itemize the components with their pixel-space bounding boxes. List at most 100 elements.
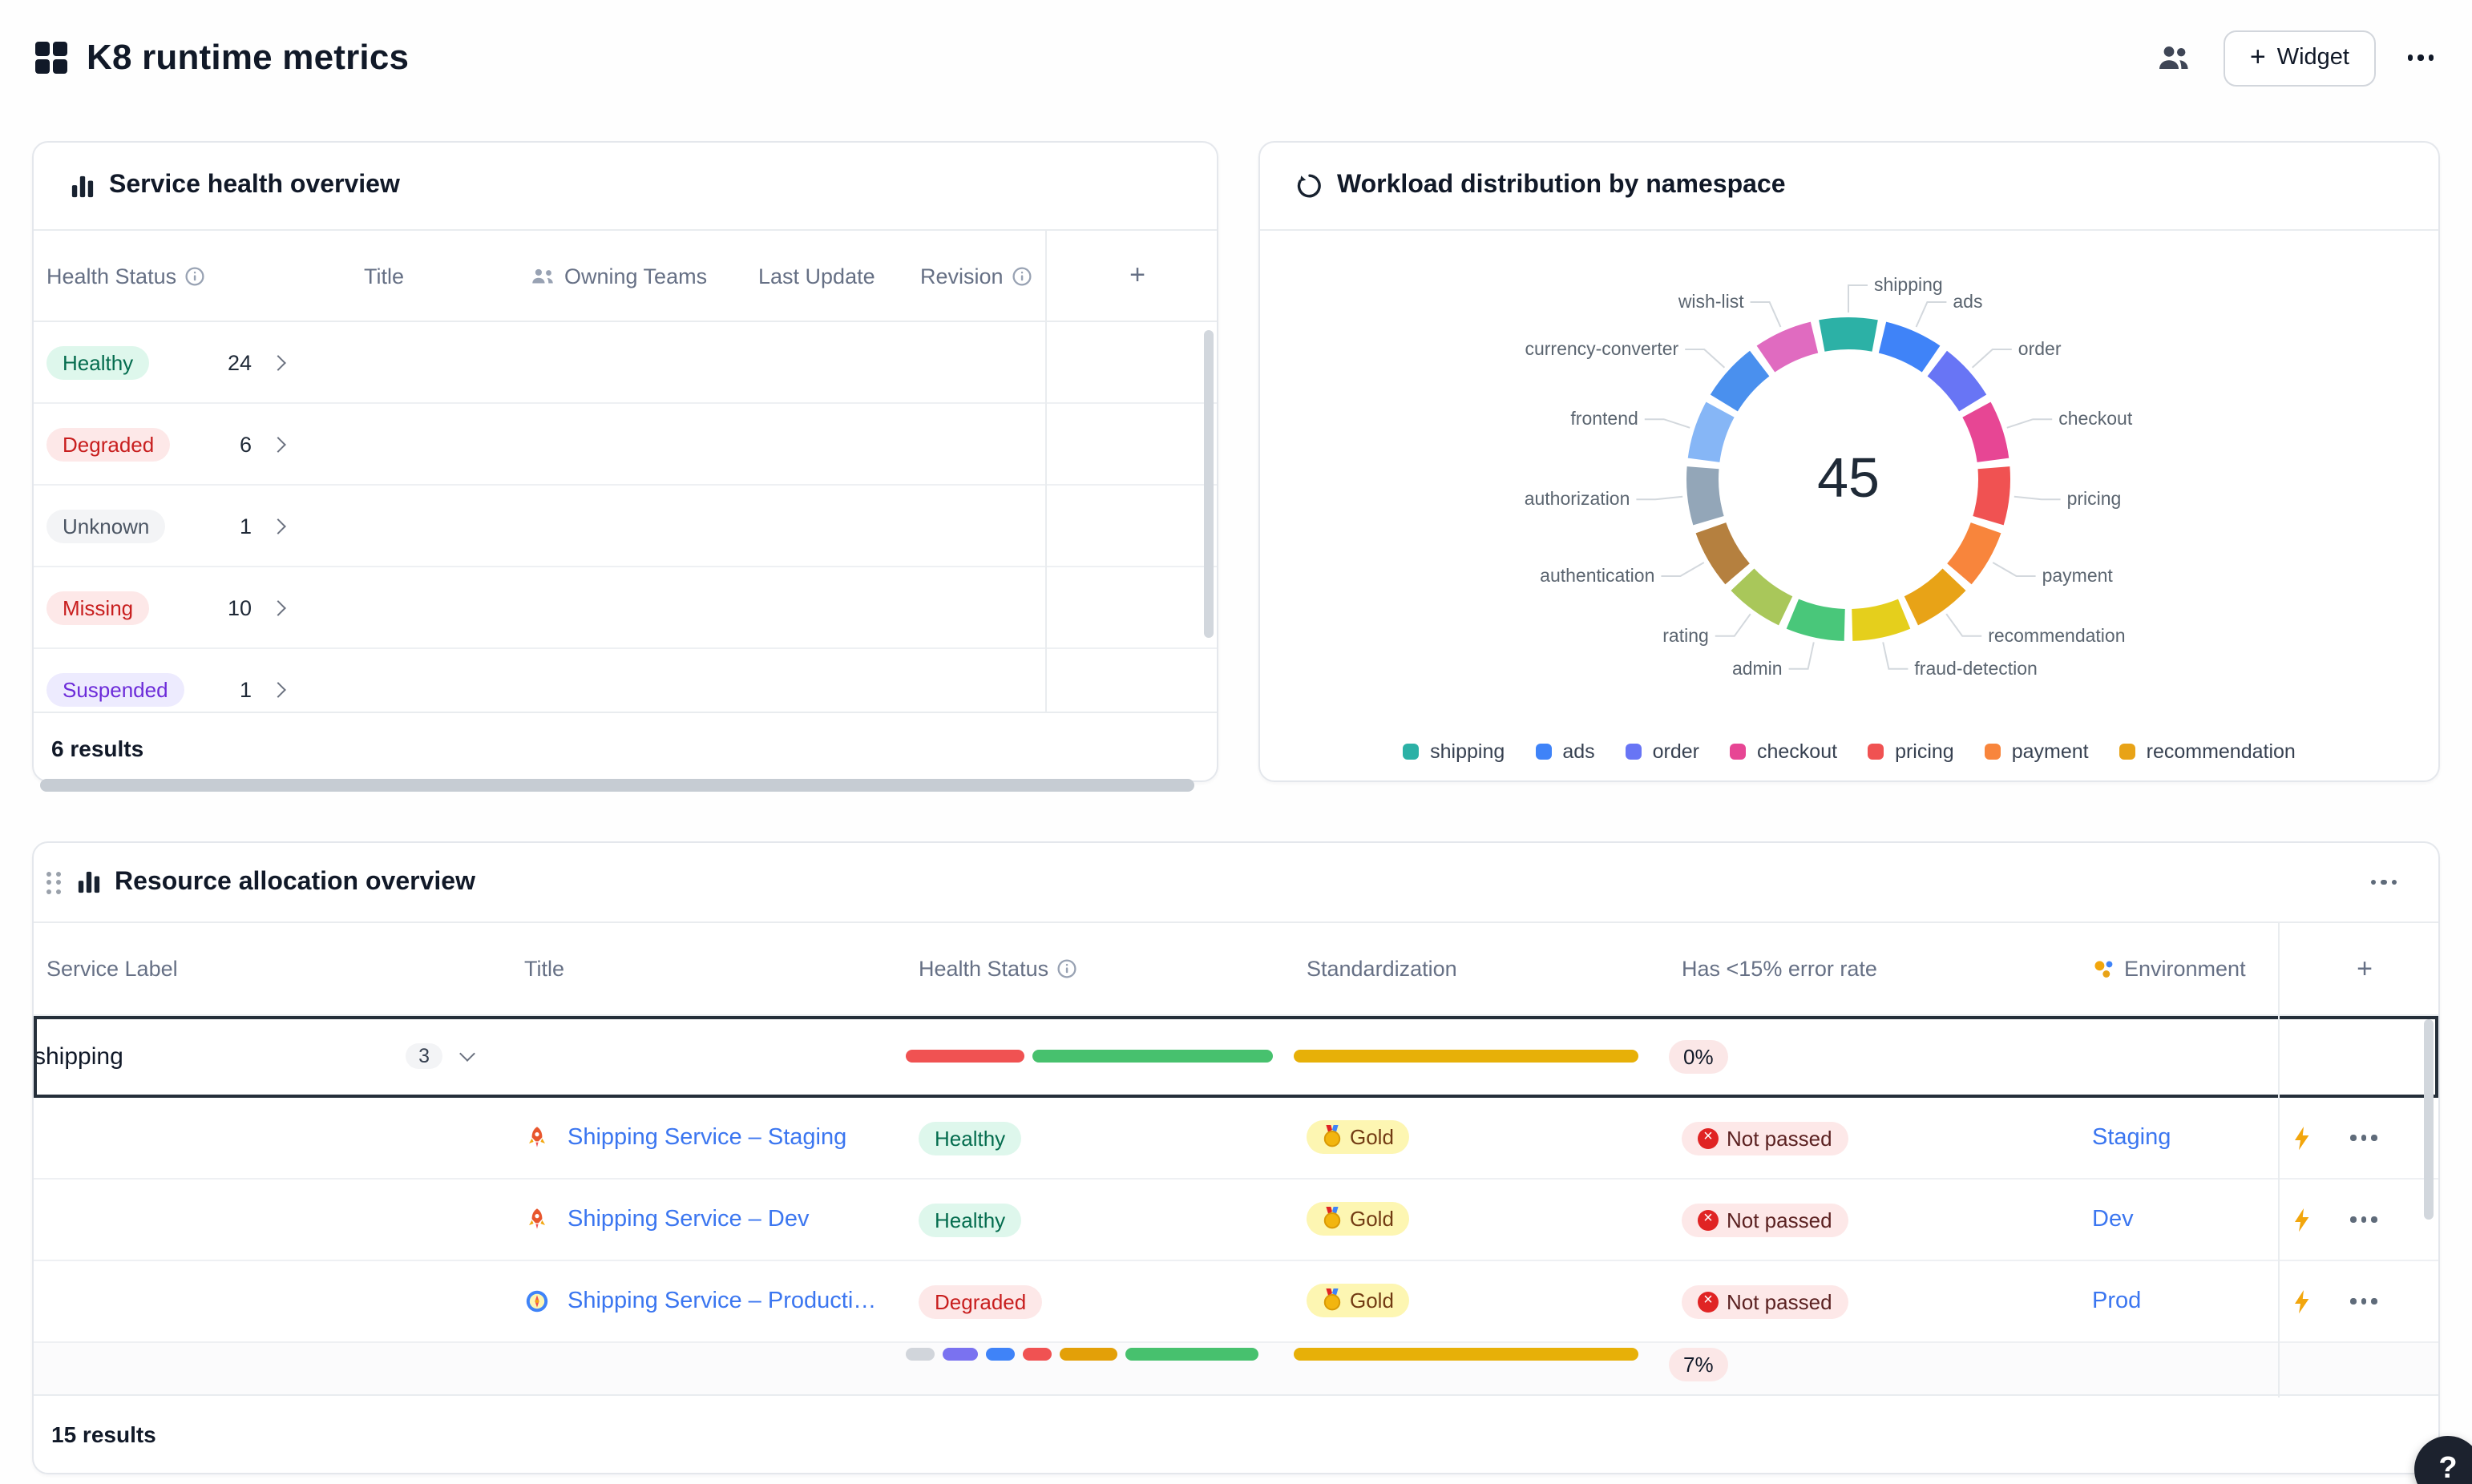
widget-title: Workload distribution by namespace xyxy=(1337,171,1786,200)
chevron-right-icon[interactable] xyxy=(270,518,286,534)
not-passed-label: Not passed xyxy=(1727,1208,1832,1232)
group-row-shipping[interactable]: shipping 3 0% xyxy=(34,1016,2438,1098)
column-error-rate[interactable]: Has <15% error rate xyxy=(1669,957,2079,981)
column-revision[interactable]: Revision xyxy=(907,264,1045,288)
donut-segment[interactable] xyxy=(1852,614,1904,625)
group-row-missing[interactable]: Missing 10 xyxy=(34,567,1217,649)
standardization-label: Gold xyxy=(1350,1125,1394,1149)
legend-item[interactable]: pricing xyxy=(1868,740,1954,763)
group-row-unknown[interactable]: Unknown 1 xyxy=(34,486,1217,567)
legend-item[interactable]: payment xyxy=(1985,740,2089,763)
donut-segment[interactable] xyxy=(1882,337,1931,359)
donut-segment[interactable] xyxy=(1977,409,1993,460)
column-title[interactable]: Title xyxy=(511,957,906,981)
column-divider xyxy=(2278,923,2280,1397)
group-row-degraded[interactable]: Degraded 6 xyxy=(34,404,1217,486)
donut-slice-label: payment xyxy=(2042,565,2114,586)
group-count: 6 xyxy=(240,432,252,456)
column-last-update[interactable]: Last Update xyxy=(745,264,907,288)
column-owning-teams[interactable]: Owning Teams xyxy=(516,264,745,288)
legend-item[interactable]: order xyxy=(1626,740,1699,763)
donut-segment[interactable] xyxy=(1766,337,1815,359)
column-service-label[interactable]: Service Label xyxy=(34,957,511,981)
donut-slice-label: shipping xyxy=(1874,274,1943,295)
column-health-status[interactable]: Health Status xyxy=(906,957,1294,981)
row-more-button[interactable] xyxy=(2350,1135,2377,1141)
not-passed-badge: × Not passed xyxy=(1682,1285,1848,1319)
donut-slice-label: rating xyxy=(1662,625,1709,646)
chevron-right-icon[interactable] xyxy=(270,354,286,370)
chevron-down-icon[interactable] xyxy=(459,1046,475,1062)
vertical-scrollbar[interactable] xyxy=(1204,330,1214,638)
entity-link[interactable]: Shipping Service – Staging xyxy=(568,1125,846,1151)
page-title: K8 runtime metrics xyxy=(87,37,409,79)
x-circle-icon: × xyxy=(1698,1292,1719,1313)
more-dots-icon xyxy=(2407,55,2434,61)
donut-slice-label: currency-converter xyxy=(1525,338,1678,359)
standardization-bar xyxy=(1294,1050,1669,1063)
column-divider xyxy=(1045,231,1047,712)
row-more-button[interactable] xyxy=(2350,1299,2377,1305)
environment-link[interactable]: Staging xyxy=(2092,1125,2171,1151)
chevron-right-icon[interactable] xyxy=(270,436,286,452)
group-row-healthy[interactable]: Healthy 24 xyxy=(34,322,1217,404)
service-row[interactable]: Shipping Service – Staging Healthy Gold … xyxy=(34,1098,2438,1180)
donut-segment[interactable] xyxy=(1792,614,1844,625)
donut-segment[interactable] xyxy=(1711,528,1737,574)
column-label: Title xyxy=(524,957,564,981)
column-health-status[interactable]: Health Status xyxy=(34,264,351,288)
page-more-button[interactable] xyxy=(2401,49,2440,67)
donut-slice-label: frontend xyxy=(1570,408,1638,429)
donut-segment[interactable] xyxy=(1911,579,1954,611)
environment-link[interactable]: Prod xyxy=(2092,1288,2141,1314)
donut-segment[interactable] xyxy=(1703,468,1709,521)
chevron-right-icon[interactable] xyxy=(270,681,286,697)
group-count: 10 xyxy=(228,595,252,619)
row-more-button[interactable] xyxy=(2350,1217,2377,1223)
label-leader-line xyxy=(1973,349,2012,368)
group-count: 1 xyxy=(240,677,252,701)
donut-segment[interactable] xyxy=(1704,409,1721,460)
bolt-icon[interactable] xyxy=(2291,1126,2312,1150)
service-row[interactable]: Shipping Service – Producti… Degraded Go… xyxy=(34,1261,2438,1343)
topbar: K8 runtime metrics + Widget xyxy=(32,22,2440,93)
entity-link[interactable]: Shipping Service – Dev xyxy=(568,1207,809,1232)
column-environment[interactable]: Environment xyxy=(2079,957,2278,981)
environment-link[interactable]: Dev xyxy=(2092,1207,2134,1232)
standardization-badge: Gold xyxy=(1307,1120,1410,1154)
bolt-icon[interactable] xyxy=(2291,1289,2312,1313)
add-widget-button[interactable]: + Widget xyxy=(2224,30,2375,86)
group-row-partial[interactable]: 7% xyxy=(34,1343,2438,1394)
table-chart-icon xyxy=(71,174,95,198)
entity-link[interactable]: Shipping Service – Producti… xyxy=(568,1288,876,1314)
donut-segment[interactable] xyxy=(1959,528,1985,574)
legend-item[interactable]: ads xyxy=(1535,740,1594,763)
table-header-row: Health Status Title xyxy=(34,231,1217,322)
add-column-button[interactable]: + xyxy=(2278,953,2438,985)
legend-swatch xyxy=(1403,744,1419,760)
label-leader-line xyxy=(1685,349,1724,368)
donut-segment[interactable] xyxy=(1743,579,1786,611)
legend-label: pricing xyxy=(1895,740,1954,763)
add-column-button[interactable]: + xyxy=(1045,260,1217,292)
legend-item[interactable]: recommendation xyxy=(2119,740,2296,763)
donut-segment[interactable] xyxy=(1822,333,1875,336)
horizontal-scrollbar[interactable] xyxy=(40,779,1194,792)
group-row-suspended[interactable]: Suspended 1 xyxy=(34,649,1217,712)
donut-slice-label: admin xyxy=(1732,658,1783,679)
drag-handle-icon[interactable] xyxy=(46,871,60,893)
vertical-scrollbar[interactable] xyxy=(2424,1019,2434,1220)
legend-item[interactable]: shipping xyxy=(1403,740,1505,763)
share-users-button[interactable] xyxy=(2151,37,2199,79)
service-row[interactable]: Shipping Service – Dev Healthy Gold × xyxy=(34,1180,2438,1261)
donut-segment[interactable] xyxy=(1937,364,1973,403)
bolt-icon[interactable] xyxy=(2291,1208,2312,1232)
column-title[interactable]: Title xyxy=(351,264,516,288)
donut-segment[interactable] xyxy=(1724,364,1759,403)
legend-item[interactable]: checkout xyxy=(1730,740,1837,763)
donut-segment[interactable] xyxy=(1989,468,1995,521)
chevron-right-icon[interactable] xyxy=(270,599,286,615)
more-dots-icon xyxy=(2370,880,2397,885)
column-standardization[interactable]: Standardization xyxy=(1294,957,1669,981)
widget-more-button[interactable] xyxy=(2364,873,2403,892)
